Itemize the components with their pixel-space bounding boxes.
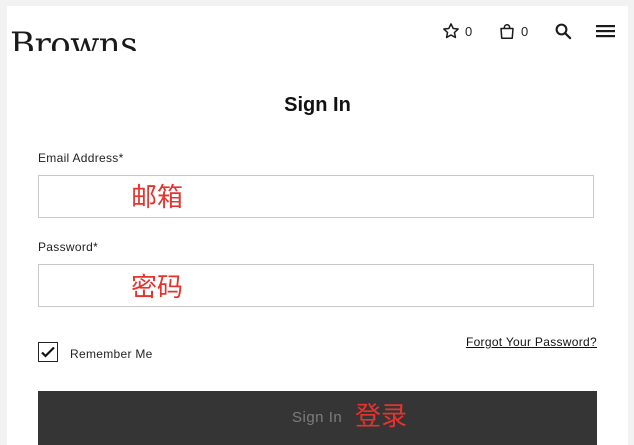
email-label: Email Address* bbox=[38, 151, 124, 165]
remember-me-checkbox[interactable] bbox=[38, 342, 58, 362]
wishlist-button[interactable]: 0 bbox=[442, 20, 472, 42]
password-field-wrapper bbox=[38, 264, 594, 307]
search-button[interactable] bbox=[554, 20, 572, 42]
sign-in-button[interactable]: Sign In bbox=[38, 391, 597, 445]
bag-button[interactable]: 0 bbox=[498, 20, 528, 42]
bag-count: 0 bbox=[521, 23, 529, 39]
page-frame: Browns 0 0 Sign In Email Address* 邮箱 Pas… bbox=[7, 6, 628, 445]
page-title: Sign In bbox=[284, 94, 351, 116]
brand-logo[interactable]: Browns bbox=[10, 25, 141, 51]
checkmark-icon bbox=[41, 346, 55, 358]
star-icon bbox=[443, 23, 459, 39]
email-field[interactable] bbox=[39, 176, 593, 217]
forgot-password-link[interactable]: Forgot Your Password? bbox=[466, 335, 597, 349]
logo-text: Browns bbox=[10, 25, 138, 51]
menu-icon bbox=[596, 25, 615, 38]
bag-icon bbox=[500, 23, 514, 39]
email-field-wrapper bbox=[38, 175, 594, 218]
menu-button[interactable] bbox=[596, 20, 615, 42]
sign-in-button-label: Sign In bbox=[292, 409, 343, 426]
password-field[interactable] bbox=[39, 265, 593, 306]
remember-me-label[interactable]: Remember Me bbox=[70, 347, 153, 361]
wishlist-count: 0 bbox=[465, 23, 473, 39]
password-label: Password* bbox=[38, 240, 99, 254]
search-icon bbox=[555, 23, 572, 40]
